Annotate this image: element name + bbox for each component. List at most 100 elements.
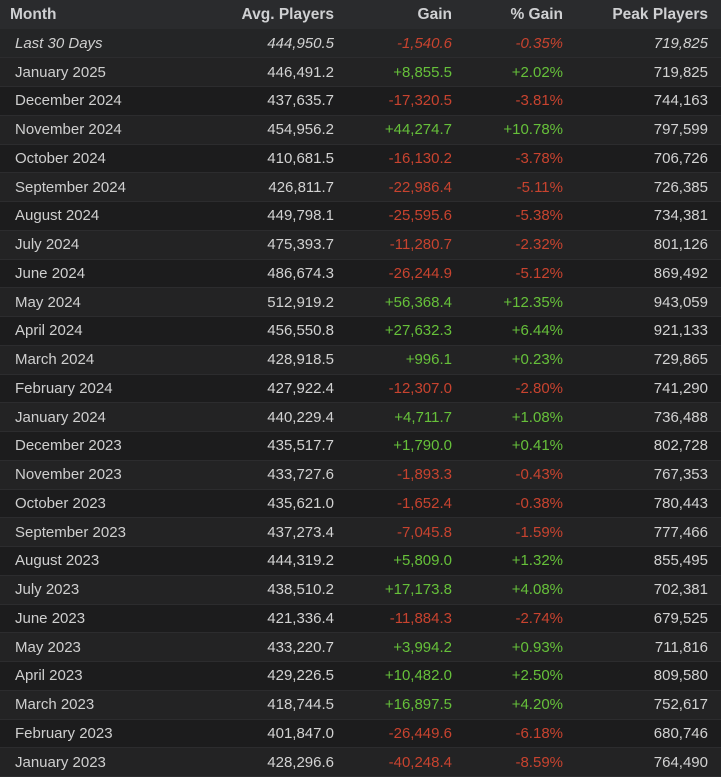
month-cell: April 2024 — [0, 316, 168, 346]
month-cell: January 2025 — [0, 57, 168, 87]
gain-cell: +8,855.5 — [342, 57, 460, 87]
avg-players-cell: 426,811.7 — [168, 172, 342, 202]
avg-players-cell: 435,517.7 — [168, 431, 342, 461]
gain-cell: +5,809.0 — [342, 546, 460, 576]
gain-cell: -17,320.5 — [342, 86, 460, 116]
peak-players-cell: 921,133 — [569, 316, 721, 346]
gain-cell: +56,368.4 — [342, 287, 460, 317]
peak-players-cell: 744,163 — [569, 86, 721, 116]
table-row: December 2024 437,635.7 -17,320.5 -3.81% 744… — [0, 86, 721, 116]
column-header-gain[interactable]: Gain — [342, 0, 460, 29]
month-cell: June 2023 — [0, 604, 168, 634]
peak-players-cell: 679,525 — [569, 604, 721, 634]
avg-players-cell: 418,744.5 — [168, 690, 342, 720]
percent-gain-cell: +2.02% — [460, 57, 569, 87]
month-cell: September 2024 — [0, 172, 168, 202]
month-cell: October 2023 — [0, 489, 168, 519]
gain-cell: -7,045.8 — [342, 517, 460, 547]
percent-gain-cell: -5.11% — [460, 172, 569, 202]
peak-players-cell: 741,290 — [569, 374, 721, 404]
peak-players-cell: 719,825 — [569, 57, 721, 87]
percent-gain-cell: +1.08% — [460, 402, 569, 432]
table-row: January 2025 446,491.2 +8,855.5 +2.02% 719,8… — [0, 57, 721, 87]
month-cell: August 2024 — [0, 201, 168, 231]
avg-players-cell: 486,674.3 — [168, 259, 342, 289]
percent-gain-cell: +12.35% — [460, 287, 569, 317]
month-cell: August 2023 — [0, 546, 168, 576]
gain-cell: +4,711.7 — [342, 402, 460, 432]
month-cell: May 2024 — [0, 287, 168, 317]
month-cell: July 2024 — [0, 230, 168, 260]
avg-players-cell: 429,226.5 — [168, 661, 342, 691]
table-row: January 2024 440,229.4 +4,711.7 +1.08% 736,4… — [0, 402, 721, 432]
table-row: June 2024 486,674.3 -26,244.9 -5.12% 869,492 — [0, 259, 721, 289]
percent-gain-cell: -5.38% — [460, 201, 569, 231]
gain-cell: -25,595.6 — [342, 201, 460, 231]
peak-players-cell: 801,126 — [569, 230, 721, 260]
gain-cell: +44,274.7 — [342, 115, 460, 145]
month-cell: September 2023 — [0, 517, 168, 547]
column-header-avg-players[interactable]: Avg. Players — [168, 0, 342, 29]
peak-players-cell: 855,495 — [569, 546, 721, 576]
table-row: July 2024 475,393.7 -11,280.7 -2.32% 801,126 — [0, 230, 721, 260]
avg-players-cell: 449,798.1 — [168, 201, 342, 231]
gain-cell: -1,540.6 — [342, 29, 460, 59]
table-row: November 2024 454,956.2 +44,274.7 +10.78% 79… — [0, 115, 721, 145]
percent-gain-cell: -3.81% — [460, 86, 569, 116]
table-row: July 2023 438,510.2 +17,173.8 +4.08% 702,381 — [0, 575, 721, 605]
avg-players-cell: 428,918.5 — [168, 345, 342, 375]
table-row-last-30-days: Last 30 Days 444,950.5 -1,540.6 -0.35% 719,8… — [0, 29, 721, 59]
peak-players-cell: 802,728 — [569, 431, 721, 461]
peak-players-cell: 729,865 — [569, 345, 721, 375]
column-header-percent-gain[interactable]: % Gain — [460, 0, 569, 29]
peak-players-cell: 706,726 — [569, 144, 721, 174]
table-row: August 2023 444,319.2 +5,809.0 +1.32% 855,49… — [0, 546, 721, 576]
gain-cell: +3,994.2 — [342, 632, 460, 662]
avg-players-cell: 427,922.4 — [168, 374, 342, 404]
gain-cell: +1,790.0 — [342, 431, 460, 461]
avg-players-cell: 444,950.5 — [168, 29, 342, 59]
percent-gain-cell: +0.93% — [460, 632, 569, 662]
table-row: September 2023 437,273.4 -7,045.8 -1.59% 777… — [0, 517, 721, 547]
avg-players-cell: 435,621.0 — [168, 489, 342, 519]
column-header-month[interactable]: Month — [0, 0, 168, 29]
percent-gain-cell: +10.78% — [460, 115, 569, 145]
avg-players-cell: 437,635.7 — [168, 86, 342, 116]
table-row: October 2023 435,621.0 -1,652.4 -0.38% 780,4… — [0, 489, 721, 519]
avg-players-cell: 438,510.2 — [168, 575, 342, 605]
month-cell: Last 30 Days — [0, 29, 168, 59]
peak-players-cell: 711,816 — [569, 632, 721, 662]
percent-gain-cell: -2.32% — [460, 230, 569, 260]
avg-players-cell: 433,727.6 — [168, 460, 342, 490]
gain-cell: +27,632.3 — [342, 316, 460, 346]
avg-players-cell: 456,550.8 — [168, 316, 342, 346]
header-row: Month Avg. Players Gain % Gain Peak Play… — [0, 0, 721, 29]
peak-players-cell: 702,381 — [569, 575, 721, 605]
peak-players-cell: 777,466 — [569, 517, 721, 547]
avg-players-cell: 401,847.0 — [168, 719, 342, 749]
table-row: August 2024 449,798.1 -25,595.6 -5.38% 734,3… — [0, 201, 721, 231]
month-cell: April 2023 — [0, 661, 168, 691]
avg-players-cell: 446,491.2 — [168, 57, 342, 87]
peak-players-cell: 869,492 — [569, 259, 721, 289]
avg-players-cell: 421,336.4 — [168, 604, 342, 634]
gain-cell: -11,884.3 — [342, 604, 460, 634]
percent-gain-cell: +0.41% — [460, 431, 569, 461]
table-header: Month Avg. Players Gain % Gain Peak Play… — [0, 0, 721, 29]
table-row: April 2024 456,550.8 +27,632.3 +6.44% 921,13… — [0, 316, 721, 346]
avg-players-cell: 512,919.2 — [168, 287, 342, 317]
percent-gain-cell: +4.20% — [460, 690, 569, 720]
avg-players-cell: 440,229.4 — [168, 402, 342, 432]
gain-cell: +16,897.5 — [342, 690, 460, 720]
gain-cell: +10,482.0 — [342, 661, 460, 691]
percent-gain-cell: +1.32% — [460, 546, 569, 576]
table-row: April 2023 429,226.5 +10,482.0 +2.50% 809,58… — [0, 661, 721, 691]
table-row: March 2023 418,744.5 +16,897.5 +4.20% 752,61… — [0, 690, 721, 720]
percent-gain-cell: -0.38% — [460, 489, 569, 519]
gain-cell: -26,244.9 — [342, 259, 460, 289]
column-header-peak-players[interactable]: Peak Players — [569, 0, 721, 29]
gain-cell: -26,449.6 — [342, 719, 460, 749]
gain-cell: -16,130.2 — [342, 144, 460, 174]
gain-cell: -1,893.3 — [342, 460, 460, 490]
percent-gain-cell: -6.18% — [460, 719, 569, 749]
